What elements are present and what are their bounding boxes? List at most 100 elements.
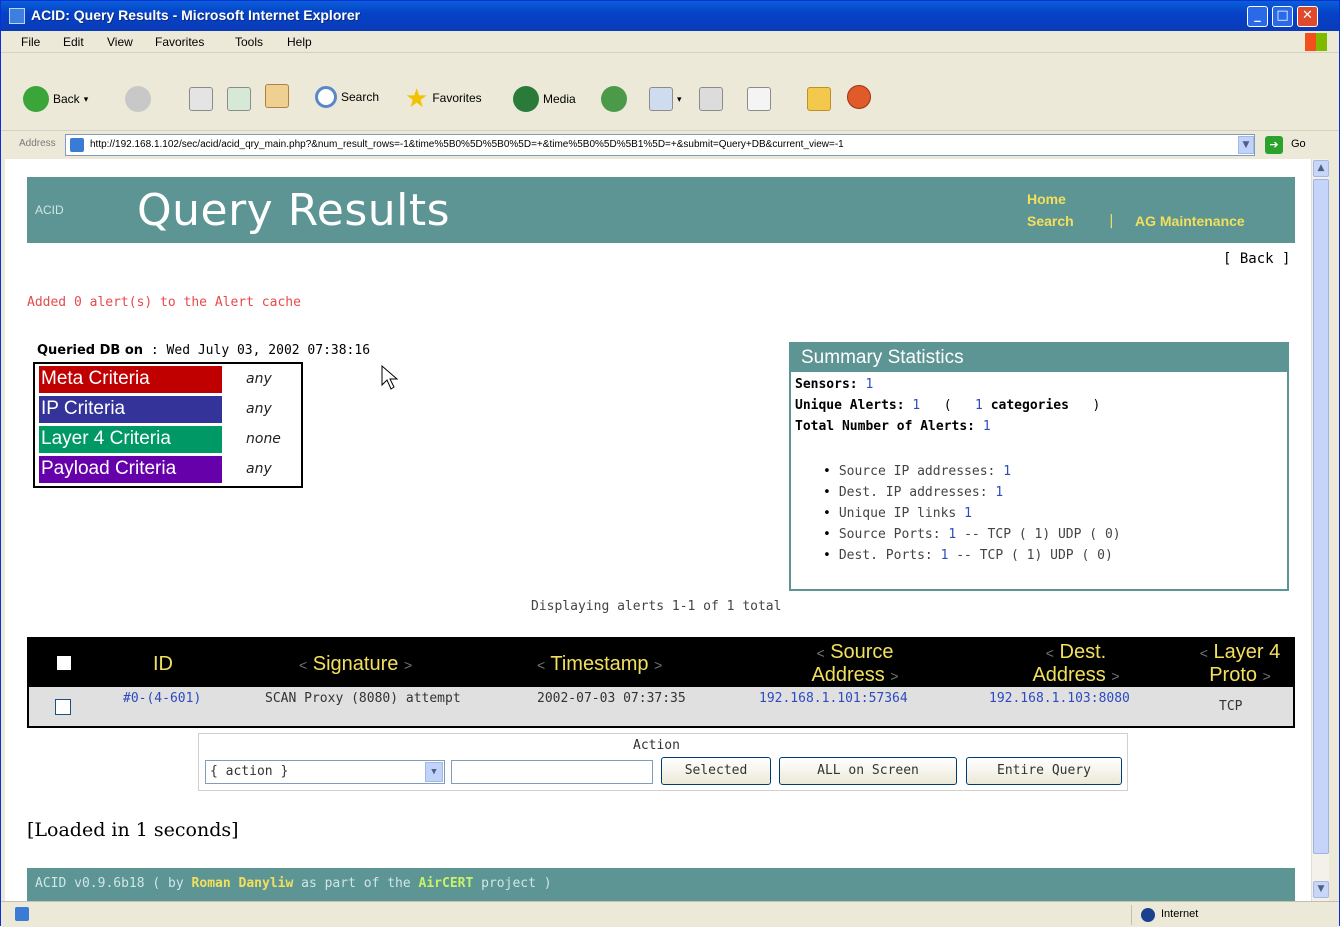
alert-source-link[interactable]: 192.168.1.101:57364 <box>759 691 908 706</box>
total-alerts-line: Total Number of Alerts: 1 <box>795 419 991 434</box>
meta-criteria-link[interactable]: Meta Criteria <box>39 366 222 393</box>
layer4-criteria-link[interactable]: Layer 4 Criteria <box>39 426 222 453</box>
page-title: Query Results <box>137 185 451 236</box>
action-select[interactable]: { action } ▼ <box>205 760 445 784</box>
list-item: Dest. Ports: 1 -- TCP ( 1) UDP ( 0) <box>823 545 1121 566</box>
categories-link[interactable]: 1 <box>975 398 983 413</box>
messenger-icon <box>847 85 871 109</box>
page-footer: ACID v0.9.6b18 ( by Roman Danyliw as par… <box>27 868 1295 901</box>
back-link[interactable]: [ Back ] <box>1223 251 1290 267</box>
selected-button[interactable]: Selected <box>661 757 771 785</box>
chevron-down-icon: ▼ <box>425 762 443 782</box>
list-item: Dest. IP addresses: 1 <box>823 482 1121 503</box>
edit-button[interactable] <box>747 87 771 111</box>
back-button[interactable]: Back ▾ <box>23 86 88 112</box>
action-panel: Action { action } ▼ Selected ALL on Scre… <box>198 733 1128 791</box>
menu-view[interactable]: View <box>107 35 133 49</box>
home-button[interactable] <box>265 84 289 108</box>
alert-id-link[interactable]: #0-(4-601) <box>123 691 201 706</box>
criteria-row-meta: Meta Criteria any <box>39 366 301 393</box>
dest-ip-link[interactable]: 1 <box>995 485 1003 500</box>
action-label: Action <box>633 738 680 753</box>
ip-links-link[interactable]: 1 <box>964 506 972 521</box>
search-link[interactable]: Search <box>1027 213 1074 229</box>
aircert-link[interactable]: AirCERT <box>419 876 474 891</box>
total-alerts-link[interactable]: 1 <box>983 419 991 434</box>
page-header: ACID Query Results Home Search | AG Main… <box>27 177 1295 243</box>
mail-button[interactable]: ▾ <box>649 87 682 111</box>
mail-icon <box>649 87 673 111</box>
toolbar: Back ▾ Search ★ Favorites Media ▾ <box>1 54 1339 130</box>
select-all-checkbox[interactable] <box>57 656 71 670</box>
list-item: Unique IP links 1 <box>823 503 1121 524</box>
col-id: ID <box>153 653 173 675</box>
media-button[interactable]: Media <box>513 86 576 112</box>
menu-file[interactable]: File <box>21 35 40 49</box>
menu-favorites[interactable]: Favorites <box>155 35 204 49</box>
criteria-row-layer4: Layer 4 Criteria none <box>39 426 301 453</box>
menu-edit[interactable]: Edit <box>63 35 84 49</box>
refresh-icon <box>227 87 251 111</box>
minimize-button[interactable]: _ <box>1247 6 1268 27</box>
meta-criteria-value: any <box>246 371 272 387</box>
ie-icon <box>9 8 25 24</box>
action-argument-input[interactable] <box>451 760 653 784</box>
col-layer4-proto[interactable]: < Layer 4 Proto > <box>1185 641 1295 687</box>
maximize-button[interactable]: □ <box>1272 6 1293 27</box>
queried-value: : Wed July 03, 2002 07:38:16 <box>150 343 371 358</box>
address-url: http://192.168.1.102/sec/acid/acid_qry_m… <box>90 139 844 150</box>
menu-tools[interactable]: Tools <box>235 35 263 49</box>
folder-button[interactable] <box>807 87 831 111</box>
vertical-scrollbar[interactable]: ▲ ▼ <box>1311 159 1329 901</box>
entire-query-button[interactable]: Entire Query <box>966 757 1122 785</box>
ip-criteria-link[interactable]: IP Criteria <box>39 396 222 423</box>
search-button[interactable]: Search <box>315 86 379 108</box>
home-link[interactable]: Home <box>1027 191 1066 207</box>
history-icon <box>601 86 627 112</box>
cache-message: Added 0 alert(s) to the Alert cache <box>27 295 301 310</box>
home-icon <box>265 84 289 108</box>
address-dropdown-icon[interactable]: ▼ <box>1238 136 1254 154</box>
col-timestamp[interactable]: < Timestamp > <box>537 653 662 676</box>
source-ports-link[interactable]: 1 <box>948 527 956 542</box>
scroll-down-icon[interactable]: ▼ <box>1313 881 1329 898</box>
messenger-button[interactable] <box>847 85 871 109</box>
go-arrow-icon[interactable]: ➔ <box>1265 136 1283 154</box>
criteria-box: Meta Criteria any IP Criteria any Layer … <box>33 362 303 488</box>
criteria-row-ip: IP Criteria any <box>39 396 301 423</box>
scroll-thumb[interactable] <box>1313 179 1329 854</box>
col-source-address[interactable]: < Source Address > <box>785 641 925 687</box>
payload-criteria-value: any <box>246 461 272 477</box>
refresh-button[interactable] <box>227 87 251 111</box>
browser-window: ACID: Query Results - Microsoft Internet… <box>0 0 1340 927</box>
scroll-up-icon[interactable]: ▲ <box>1313 160 1329 177</box>
menu-help[interactable]: Help <box>287 35 312 49</box>
alert-dest-link[interactable]: 192.168.1.103:8080 <box>989 691 1130 706</box>
ip-criteria-value: any <box>246 401 272 417</box>
stop-button[interactable] <box>189 87 213 111</box>
row-checkbox[interactable] <box>55 699 71 715</box>
col-dest-address[interactable]: < Dest. Address > <box>1011 641 1141 687</box>
forward-button[interactable] <box>125 86 151 112</box>
summary-statistics: Summary Statistics Sensors: 1 Unique Ale… <box>789 342 1289 591</box>
source-ip-link[interactable]: 1 <box>1003 464 1011 479</box>
author-link[interactable]: Roman Danyliw <box>192 876 294 891</box>
mouse-cursor-icon <box>381 365 399 390</box>
payload-criteria-link[interactable]: Payload Criteria <box>39 456 222 483</box>
unique-alerts-link[interactable]: 1 <box>912 398 920 413</box>
col-signature[interactable]: < Signature > <box>299 653 412 676</box>
all-on-screen-button[interactable]: ALL on Screen <box>779 757 957 785</box>
address-input[interactable]: http://192.168.1.102/sec/acid/acid_qry_m… <box>65 134 1255 156</box>
history-button[interactable] <box>601 86 627 112</box>
dest-ports-link[interactable]: 1 <box>941 548 949 563</box>
ag-maintenance-link[interactable]: AG Maintenance <box>1135 213 1245 229</box>
go-button[interactable]: Go <box>1291 138 1306 150</box>
alert-signature[interactable]: SCAN Proxy (8080) attempt <box>265 691 461 706</box>
sensors-line: Sensors: 1 <box>795 377 874 392</box>
favorites-button[interactable]: ★ Favorites <box>405 85 482 111</box>
forward-arrow-icon <box>125 86 151 112</box>
print-button[interactable] <box>699 87 723 111</box>
sensors-link[interactable]: 1 <box>865 377 873 392</box>
close-button[interactable]: ✕ <box>1297 6 1318 27</box>
displaying-count: Displaying alerts 1-1 of 1 total <box>531 599 782 614</box>
